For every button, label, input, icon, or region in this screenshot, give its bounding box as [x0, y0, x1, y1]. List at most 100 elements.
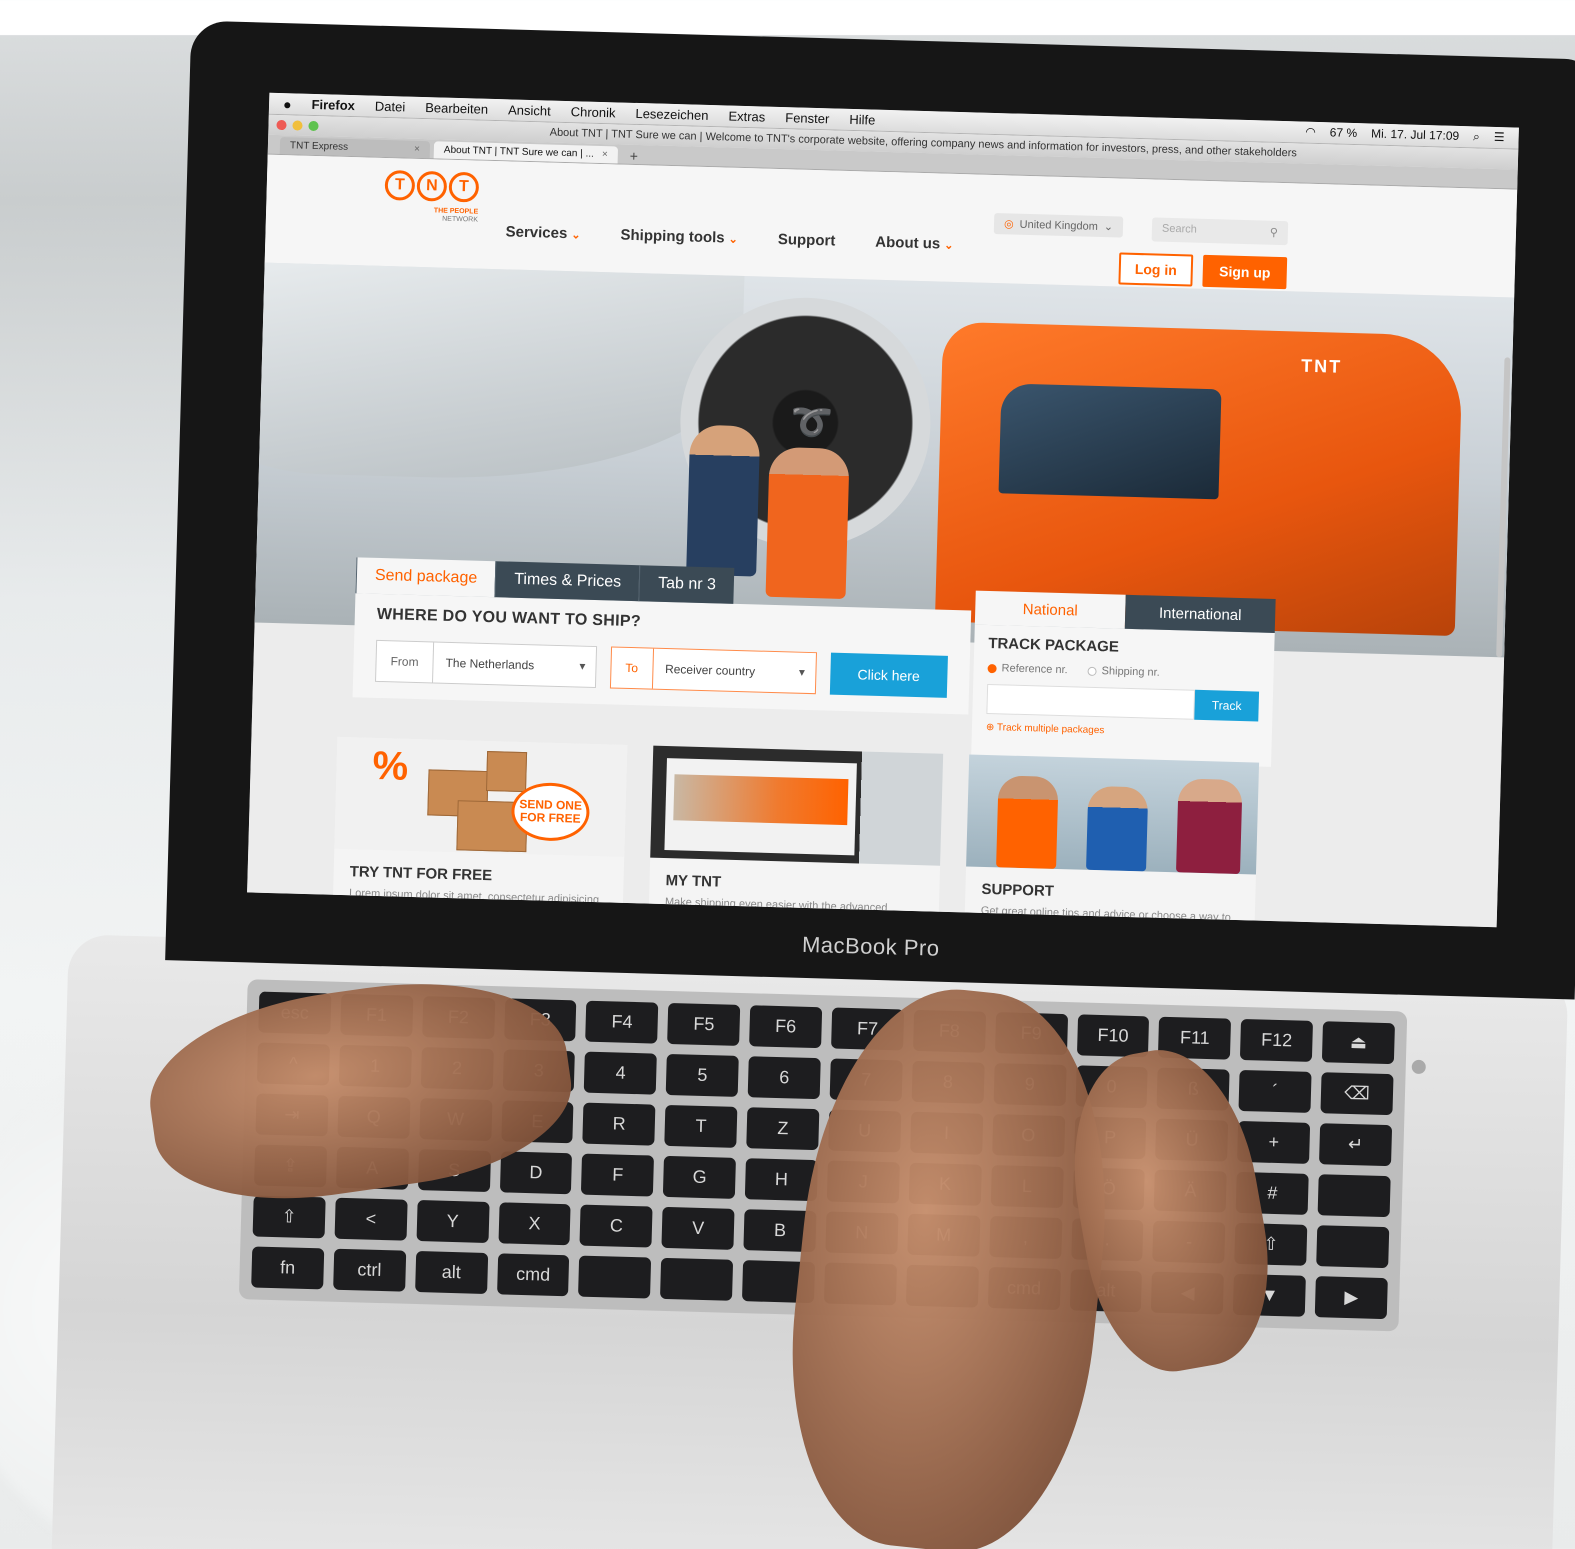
- keyboard-key[interactable]: Z: [746, 1107, 820, 1151]
- keyboard-key[interactable]: F10: [1076, 1014, 1150, 1058]
- signup-button[interactable]: Sign up: [1202, 254, 1288, 290]
- region-label: United Kingdom: [1019, 218, 1099, 233]
- tab-nr-3[interactable]: Tab nr 3: [638, 565, 735, 604]
- new-tab-button[interactable]: +: [621, 148, 646, 165]
- menu-item-datei[interactable]: Datei: [375, 99, 406, 115]
- tagline-top: THE PEOPLE: [433, 207, 479, 216]
- card-image-boxes: % SEND ONE FOR FREE: [334, 736, 628, 857]
- chevron-down-icon: ⌄: [728, 233, 738, 246]
- close-tab-icon[interactable]: ×: [602, 149, 608, 160]
- menu-item-lesezeichen[interactable]: Lesezeichen: [635, 106, 708, 123]
- from-country-select[interactable]: From The Netherlands ▼: [375, 639, 597, 689]
- keyboard-key[interactable]: X: [498, 1202, 572, 1246]
- keyboard-key[interactable]: F5: [667, 1002, 741, 1046]
- menu-item-chronik[interactable]: Chronik: [570, 104, 615, 120]
- close-tab-icon[interactable]: ×: [414, 144, 420, 155]
- ship-row: From The Netherlands ▼ To Receiver count…: [375, 639, 948, 698]
- tab-national[interactable]: National: [974, 590, 1126, 629]
- menubar-app-name[interactable]: Firefox: [311, 97, 355, 113]
- apple-icon[interactable]: ●: [283, 96, 292, 112]
- keyboard-key[interactable]: 5: [665, 1053, 739, 1097]
- keyboard-key[interactable]: 6: [747, 1056, 821, 1100]
- keyboard-key[interactable]: T: [664, 1104, 738, 1148]
- keyboard-key[interactable]: ctrl: [332, 1248, 406, 1292]
- keyboard-key[interactable]: D: [499, 1151, 573, 1195]
- keyboard-key[interactable]: fn: [251, 1246, 325, 1290]
- menu-item-bearbeiten[interactable]: Bearbeiten: [425, 100, 488, 117]
- track-multiple-link[interactable]: ⊕ Track multiple packages: [986, 722, 1258, 741]
- keyboard-key[interactable]: [578, 1255, 652, 1299]
- menu-item-fenster[interactable]: Fenster: [785, 110, 829, 126]
- radio-label: Reference nr.: [1001, 662, 1068, 677]
- radio-reference[interactable]: Reference nr.: [987, 662, 1068, 677]
- nav-shipping-tools[interactable]: Shipping tools ⌄: [620, 227, 738, 247]
- keyboard-key[interactable]: ↵: [1319, 1123, 1393, 1167]
- region-selector[interactable]: ◎ United Kingdom ⌄: [993, 212, 1124, 238]
- tnt-logo[interactable]: T N T: [384, 169, 480, 203]
- keyboard-key[interactable]: V: [661, 1206, 735, 1250]
- menu-item-ansicht[interactable]: Ansicht: [508, 102, 551, 118]
- notification-icon[interactable]: ☰: [1494, 130, 1505, 145]
- keyboard-key[interactable]: F4: [585, 1000, 659, 1044]
- close-window-icon[interactable]: [276, 119, 287, 131]
- person-shape: [1175, 778, 1243, 875]
- chevron-down-icon: ⌄: [944, 239, 954, 252]
- minimize-window-icon[interactable]: [292, 120, 303, 131]
- card-try-free[interactable]: % SEND ONE FOR FREE TRY TNT FOR FREE Lor…: [331, 736, 628, 928]
- keyboard-key[interactable]: [1316, 1225, 1390, 1269]
- keyboard-key[interactable]: [660, 1257, 734, 1301]
- login-button[interactable]: Log in: [1118, 252, 1194, 287]
- globe-icon: ◎: [1003, 218, 1014, 231]
- nav-services[interactable]: Services ⌄: [505, 223, 580, 242]
- search-icon[interactable]: ⚲: [1270, 226, 1278, 240]
- keyboard-key[interactable]: 4: [584, 1051, 658, 1095]
- search-input[interactable]: Search ⚲: [1151, 217, 1289, 246]
- battery-level[interactable]: 67 %: [1330, 125, 1358, 141]
- spotlight-icon[interactable]: ⌕: [1473, 129, 1480, 144]
- zoom-window-icon[interactable]: [308, 120, 319, 132]
- monitor-screenshot: [664, 758, 857, 856]
- keyboard-key[interactable]: F: [581, 1153, 655, 1197]
- wifi-icon[interactable]: ◠: [1305, 125, 1316, 140]
- nav-about-us[interactable]: About us ⌄: [875, 234, 954, 253]
- radio-label: Shipping nr.: [1101, 665, 1160, 679]
- menu-item-extras[interactable]: Extras: [728, 109, 765, 125]
- engine-swirl-icon: ➰: [789, 403, 834, 443]
- track-input[interactable]: [986, 683, 1196, 720]
- keyboard-key[interactable]: ⇧: [252, 1195, 326, 1239]
- chevron-down-icon: ▼: [796, 667, 808, 679]
- person-shape: [996, 775, 1059, 869]
- card-my-tnt[interactable]: MY TNT Make shipping even easier with th…: [647, 745, 944, 928]
- tab-international[interactable]: International: [1124, 594, 1276, 633]
- menubar-clock[interactable]: Mi. 17. Jul 17:09: [1371, 126, 1459, 143]
- keyboard-key[interactable]: C: [579, 1204, 653, 1248]
- chevron-down-icon: ▼: [577, 661, 588, 673]
- radio-shipping[interactable]: Shipping nr.: [1087, 665, 1160, 679]
- click-here-button[interactable]: Click here: [829, 652, 948, 698]
- menu-item-hilfe[interactable]: Hilfe: [849, 112, 875, 128]
- keyboard-key[interactable]: F12: [1240, 1018, 1314, 1062]
- track-button[interactable]: Track: [1194, 689, 1260, 722]
- keyboard-key[interactable]: R: [582, 1102, 656, 1146]
- tab-send-package[interactable]: Send package: [355, 557, 496, 598]
- to-country-select[interactable]: To Receiver country ▼: [609, 646, 817, 695]
- keyboard-key[interactable]: G: [663, 1155, 737, 1199]
- keyboard-key[interactable]: Y: [416, 1200, 490, 1244]
- track-title: TRACK PACKAGE: [988, 634, 1120, 656]
- menubar-status: ◠ 67 % Mi. 17. Jul 17:09 ⌕ ☰: [1305, 125, 1505, 146]
- keyboard-key[interactable]: <: [334, 1197, 408, 1241]
- keyboard-key[interactable]: [1317, 1174, 1391, 1218]
- keyboard-key[interactable]: alt: [414, 1250, 488, 1294]
- page-scrollbar[interactable]: [1496, 357, 1511, 658]
- nav-label: About us: [875, 233, 941, 253]
- nav-support[interactable]: Support: [778, 231, 836, 250]
- keyboard-key[interactable]: H: [744, 1158, 818, 1202]
- keyboard-key[interactable]: ´: [1238, 1069, 1312, 1113]
- tab-times-prices[interactable]: Times & Prices: [494, 561, 640, 602]
- keyboard-key[interactable]: ⌫: [1320, 1072, 1394, 1116]
- keyboard-key[interactable]: F6: [749, 1005, 823, 1049]
- keyboard-key[interactable]: ⏏: [1322, 1021, 1395, 1065]
- card-support[interactable]: SUPPORT Get great online tips and advice…: [963, 754, 1260, 928]
- keyboard-key[interactable]: ▶: [1314, 1276, 1388, 1320]
- keyboard-key[interactable]: cmd: [496, 1253, 570, 1297]
